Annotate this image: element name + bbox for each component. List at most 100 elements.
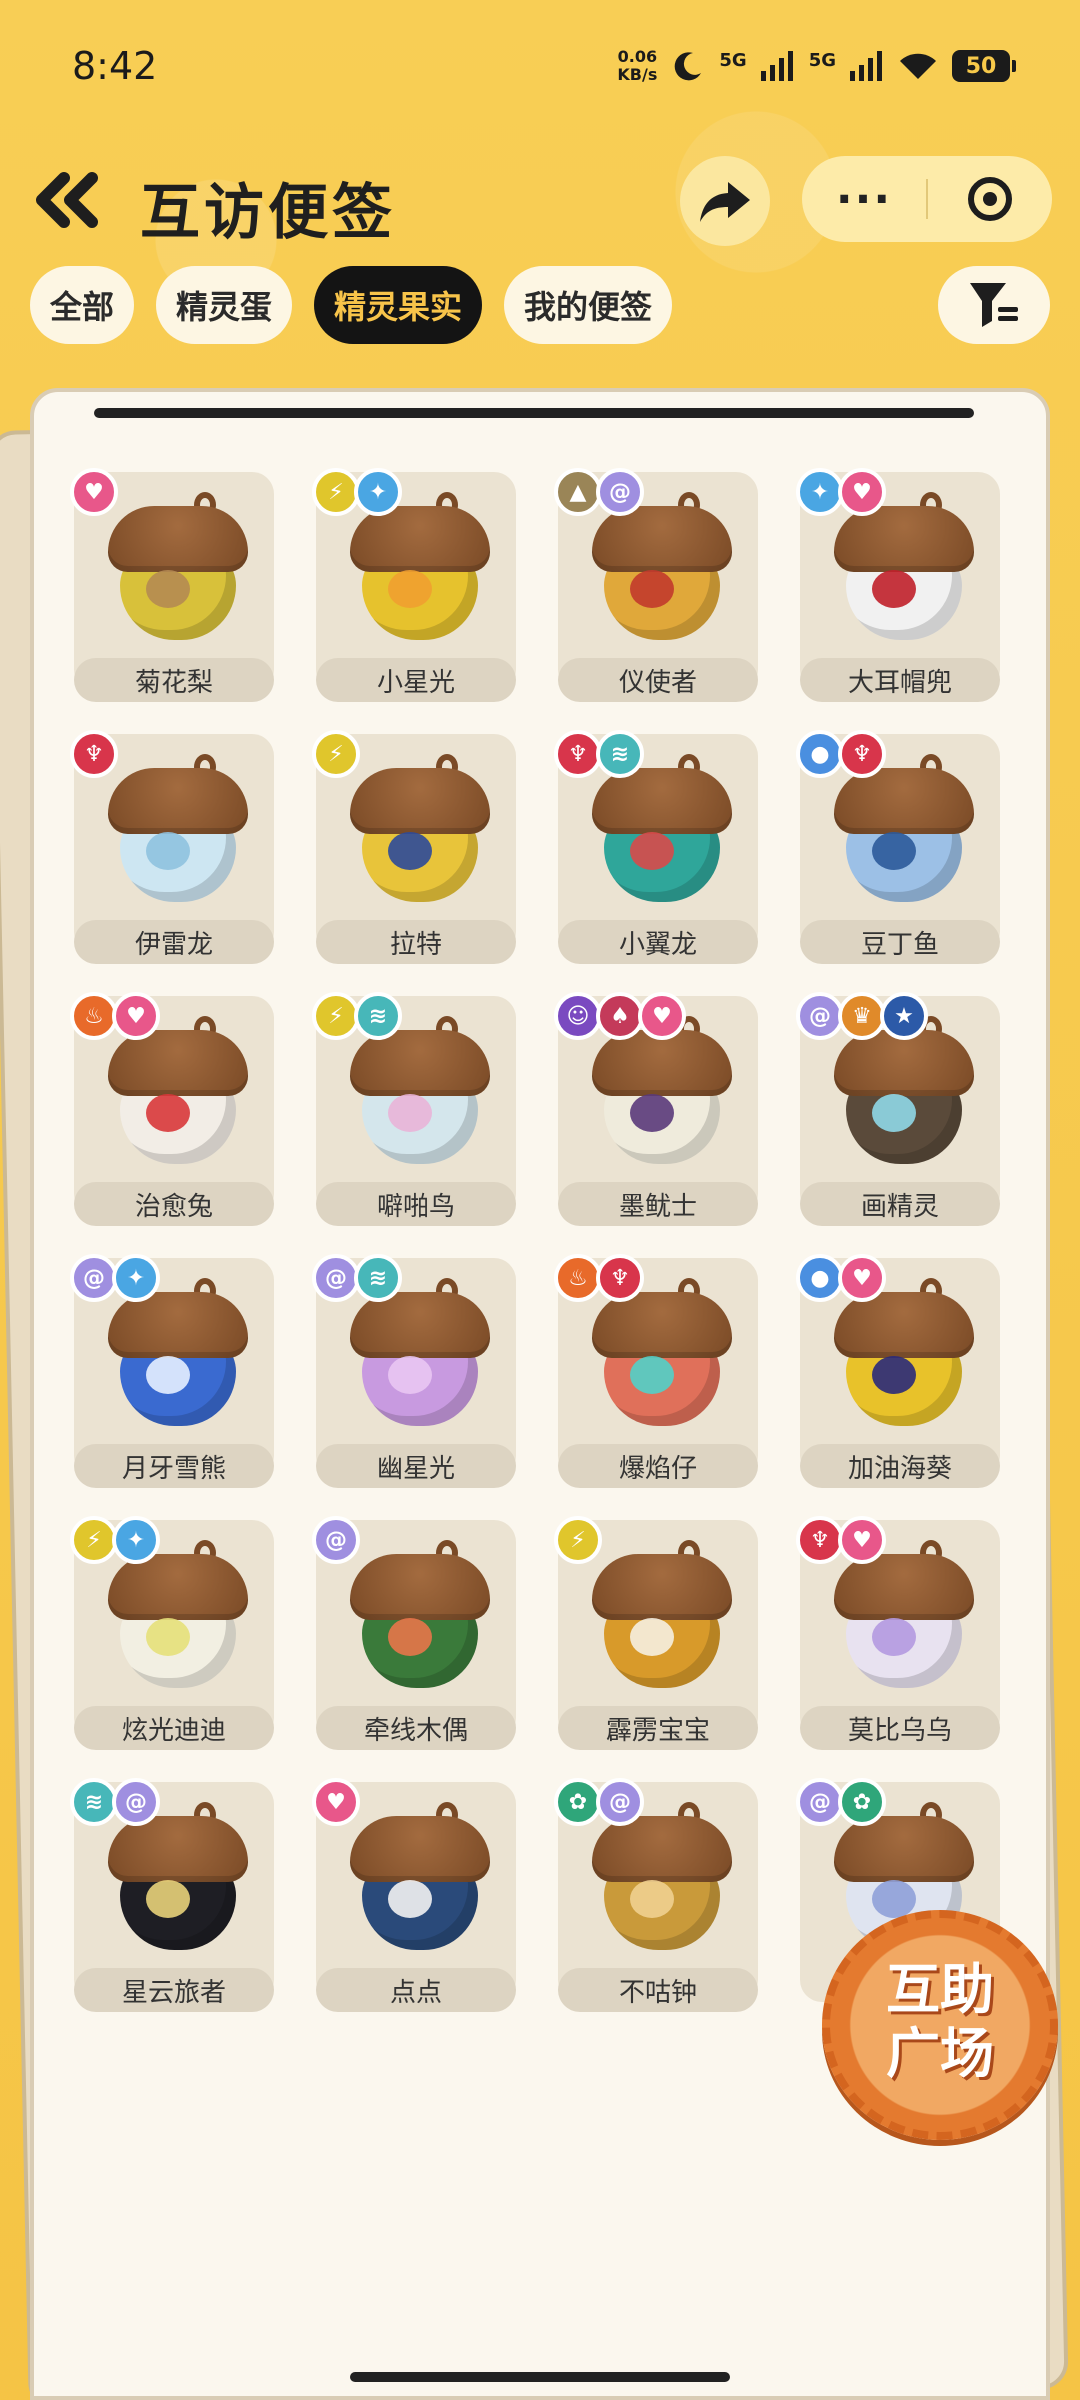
- acorn-fruit-icon: [592, 1540, 732, 1690]
- battery-indicator: 50: [952, 50, 1016, 82]
- acorn-cap: [108, 768, 248, 834]
- acorn-pattern: [146, 1618, 190, 1656]
- fruit-item[interactable]: ♆ 伊雷龙: [70, 730, 274, 964]
- wing-icon: ≋: [596, 730, 644, 778]
- fruit-item[interactable]: ☺ ♠ ♥ 墨鱿士: [554, 992, 758, 1226]
- dragon-icon: ♆: [838, 730, 886, 778]
- acorn-pattern: [388, 1618, 432, 1656]
- share-button[interactable]: [680, 156, 770, 246]
- type-badges: ♆ ♥: [796, 1516, 886, 1564]
- fruit-item[interactable]: ♆ ≋ 小翼龙: [554, 730, 758, 964]
- type-badges: ⚡: [312, 730, 360, 778]
- home-indicator[interactable]: [350, 2372, 730, 2382]
- type-badges: ☺ ♠ ♥: [554, 992, 686, 1040]
- tab-eggs[interactable]: 精灵蛋: [156, 266, 293, 344]
- acorn-pattern: [146, 832, 190, 870]
- bolt-icon: ⚡: [312, 468, 360, 516]
- moon-icon: [675, 52, 702, 81]
- tab-all[interactable]: 全部: [30, 266, 135, 344]
- acorn-fruit-icon: [108, 754, 248, 904]
- help-plaza-button[interactable]: 互助 广场: [822, 1910, 1058, 2140]
- drop-icon: ●: [796, 730, 844, 778]
- fruit-item[interactable]: ✦ ♥ 大耳帽兜: [796, 468, 1000, 702]
- fruit-item-label: 大耳帽兜: [800, 658, 1000, 702]
- fruit-item-label: 伊雷龙: [74, 920, 274, 964]
- fruit-item[interactable]: @ ✦ 月牙雪熊: [70, 1254, 274, 1488]
- fruit-item[interactable]: ▲ @ 仪使者: [554, 468, 758, 702]
- fruit-item-label: 星云旅者: [74, 1968, 274, 2012]
- mini-program-capsule: ···: [802, 156, 1052, 242]
- fruit-item[interactable]: ⚡ ✦ 炫光迪迪: [70, 1516, 274, 1750]
- fire-icon: ♨: [70, 992, 118, 1040]
- status-time: 8:42: [72, 44, 158, 88]
- heart-icon: ♥: [312, 1778, 360, 1826]
- net-speed-unit: KB/s: [617, 65, 658, 84]
- fruit-item[interactable]: @ 牵线木偶: [312, 1516, 516, 1750]
- acorn-pattern: [146, 1880, 190, 1918]
- type-badges: ● ♥: [796, 1254, 886, 1302]
- spiral-icon: @: [312, 1254, 360, 1302]
- acorn-pattern: [630, 1880, 674, 1918]
- fruit-item[interactable]: ⚡ 霹雳宝宝: [554, 1516, 758, 1750]
- fruit-item[interactable]: ● ♆ 豆丁鱼: [796, 730, 1000, 964]
- fruit-item[interactable]: ✿ @ 不咕钟: [554, 1778, 758, 2012]
- type-badges: ⚡ ≋: [312, 992, 402, 1040]
- fruit-item-label: 月牙雪熊: [74, 1444, 274, 1488]
- bolt-icon: ⚡: [554, 1516, 602, 1564]
- flake-icon: ✦: [112, 1254, 160, 1302]
- spiral-icon: @: [112, 1778, 160, 1826]
- flake-icon: ✦: [112, 1516, 160, 1564]
- spiral-icon: @: [596, 1778, 644, 1826]
- type-badges: ♨ ♆: [554, 1254, 644, 1302]
- fruit-item-label: 墨鱿士: [558, 1182, 758, 1226]
- fruit-item[interactable]: ♨ ♆ 爆焰仔: [554, 1254, 758, 1488]
- fruit-item[interactable]: ⚡ ≋ 噼啪鸟: [312, 992, 516, 1226]
- acorn-pattern: [872, 1094, 916, 1132]
- status-icons: 0.06 KB/s 5G 5G 50: [617, 44, 1016, 88]
- fruit-item[interactable]: @ ♛ ★ 画精灵: [796, 992, 1000, 1226]
- header: 互访便签 ···: [0, 150, 1080, 250]
- type-badges: ≋ @: [70, 1778, 160, 1826]
- star-icon: ★: [880, 992, 928, 1040]
- flake-icon: ✦: [796, 468, 844, 516]
- filter-tabs: 全部 精灵蛋 精灵果实 我的便签: [30, 266, 673, 346]
- acorn-pattern: [630, 832, 674, 870]
- close-button[interactable]: [928, 156, 1052, 242]
- fruit-item[interactable]: ≋ @ 星云旅者: [70, 1778, 274, 2012]
- fruit-item[interactable]: ♥ 菊花梨: [70, 468, 274, 702]
- fruit-item[interactable]: ⚡ ✦ 小星光: [312, 468, 516, 702]
- tab-my-notes[interactable]: 我的便签: [504, 266, 673, 344]
- crown-icon: ♛: [838, 992, 886, 1040]
- fruit-item-label: 噼啪鸟: [316, 1182, 516, 1226]
- tab-fruits[interactable]: 精灵果实: [314, 266, 483, 344]
- fruit-item[interactable]: ♆ ♥ 莫比乌乌: [796, 1516, 1000, 1750]
- acorn-cap: [350, 1816, 490, 1882]
- share-arrow-icon: [700, 182, 750, 222]
- fruit-item[interactable]: ♨ ♥ 治愈兔: [70, 992, 274, 1226]
- heart-icon: ♥: [112, 992, 160, 1040]
- flake-icon: ✦: [354, 468, 402, 516]
- fruit-item-label: 牵线木偶: [316, 1706, 516, 1750]
- acorn-pattern: [630, 1356, 674, 1394]
- fruit-item[interactable]: ⚡ 拉特: [312, 730, 516, 964]
- spiral-icon: @: [312, 1516, 360, 1564]
- signal-bars-icon: [850, 51, 882, 81]
- heart-icon: ♥: [838, 468, 886, 516]
- type-badges: ✦ ♥: [796, 468, 886, 516]
- acorn-fruit-icon: [350, 1540, 490, 1690]
- spiral-icon: @: [796, 1778, 844, 1826]
- filter-button[interactable]: [938, 266, 1050, 344]
- type-badges: ♆: [70, 730, 118, 778]
- type-badges: ⚡: [554, 1516, 602, 1564]
- back-button[interactable]: [30, 170, 110, 230]
- fruit-item[interactable]: ● ♥ 加油海葵: [796, 1254, 1000, 1488]
- type-badges: ⚡ ✦: [70, 1516, 160, 1564]
- fruit-item[interactable]: ♥ 点点: [312, 1778, 516, 2012]
- fruit-item-label: 小星光: [316, 658, 516, 702]
- ghost-icon: ☺: [554, 992, 602, 1040]
- acorn-pattern: [388, 1880, 432, 1918]
- more-button[interactable]: ···: [802, 156, 926, 242]
- acorn-pattern: [872, 1356, 916, 1394]
- fruit-item[interactable]: @ ≋ 幽星光: [312, 1254, 516, 1488]
- signal-label-2: 5G: [808, 49, 836, 71]
